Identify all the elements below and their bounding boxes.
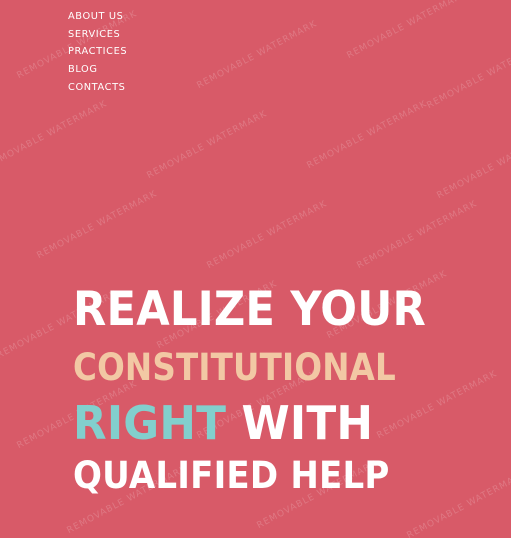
hero-line-3: RIGHT WITH	[73, 395, 438, 451]
watermark: REMOVABLE WATERMARK	[345, 0, 469, 61]
nav-item-services: SERVICES	[68, 23, 127, 41]
nav-item-practices: PRACTICES	[68, 40, 127, 58]
hero-line-1: REALIZE YOUR	[73, 282, 427, 337]
nav-item-blog: BLOG	[68, 58, 127, 76]
nav-link-contacts[interactable]: CONTACTS	[68, 82, 125, 93]
nav-link-blog[interactable]: BLOG	[68, 64, 98, 75]
hero-heading: REALIZE YOUR CONSTITUTIONAL RIGHT WITH Q…	[73, 280, 457, 501]
nav-link-practices[interactable]: PRACTICES	[68, 46, 127, 57]
nav-item-contacts: CONTACTS	[68, 76, 127, 94]
watermark: REMOVABLE WATERMARK	[35, 189, 159, 261]
hero-line-4: QUALIFIED HELP	[73, 454, 390, 497]
watermark: REMOVABLE WATERMARK	[355, 199, 479, 271]
watermark: REMOVABLE WATERMARK	[195, 19, 319, 91]
hero-line-3-rest: WITH	[226, 396, 374, 450]
main-nav: ABOUT US SERVICES PRACTICES BLOG CONTACT…	[68, 5, 127, 93]
watermark: REMOVABLE WATERMARK	[435, 129, 511, 201]
nav-link-services[interactable]: SERVICES	[68, 29, 120, 40]
watermark: REMOVABLE WATERMARK	[205, 199, 329, 271]
watermark: REMOVABLE WATERMARK	[305, 99, 429, 171]
hero-accent-word: RIGHT	[73, 396, 227, 450]
watermark: REMOVABLE WATERMARK	[425, 39, 511, 111]
nav-item-about: ABOUT US	[68, 5, 127, 23]
hero-line-2: CONSTITUTIONAL	[73, 346, 396, 389]
watermark: REMOVABLE WATERMARK	[0, 99, 109, 171]
watermark: REMOVABLE WATERMARK	[145, 109, 269, 181]
nav-link-about-us[interactable]: ABOUT US	[68, 11, 123, 22]
